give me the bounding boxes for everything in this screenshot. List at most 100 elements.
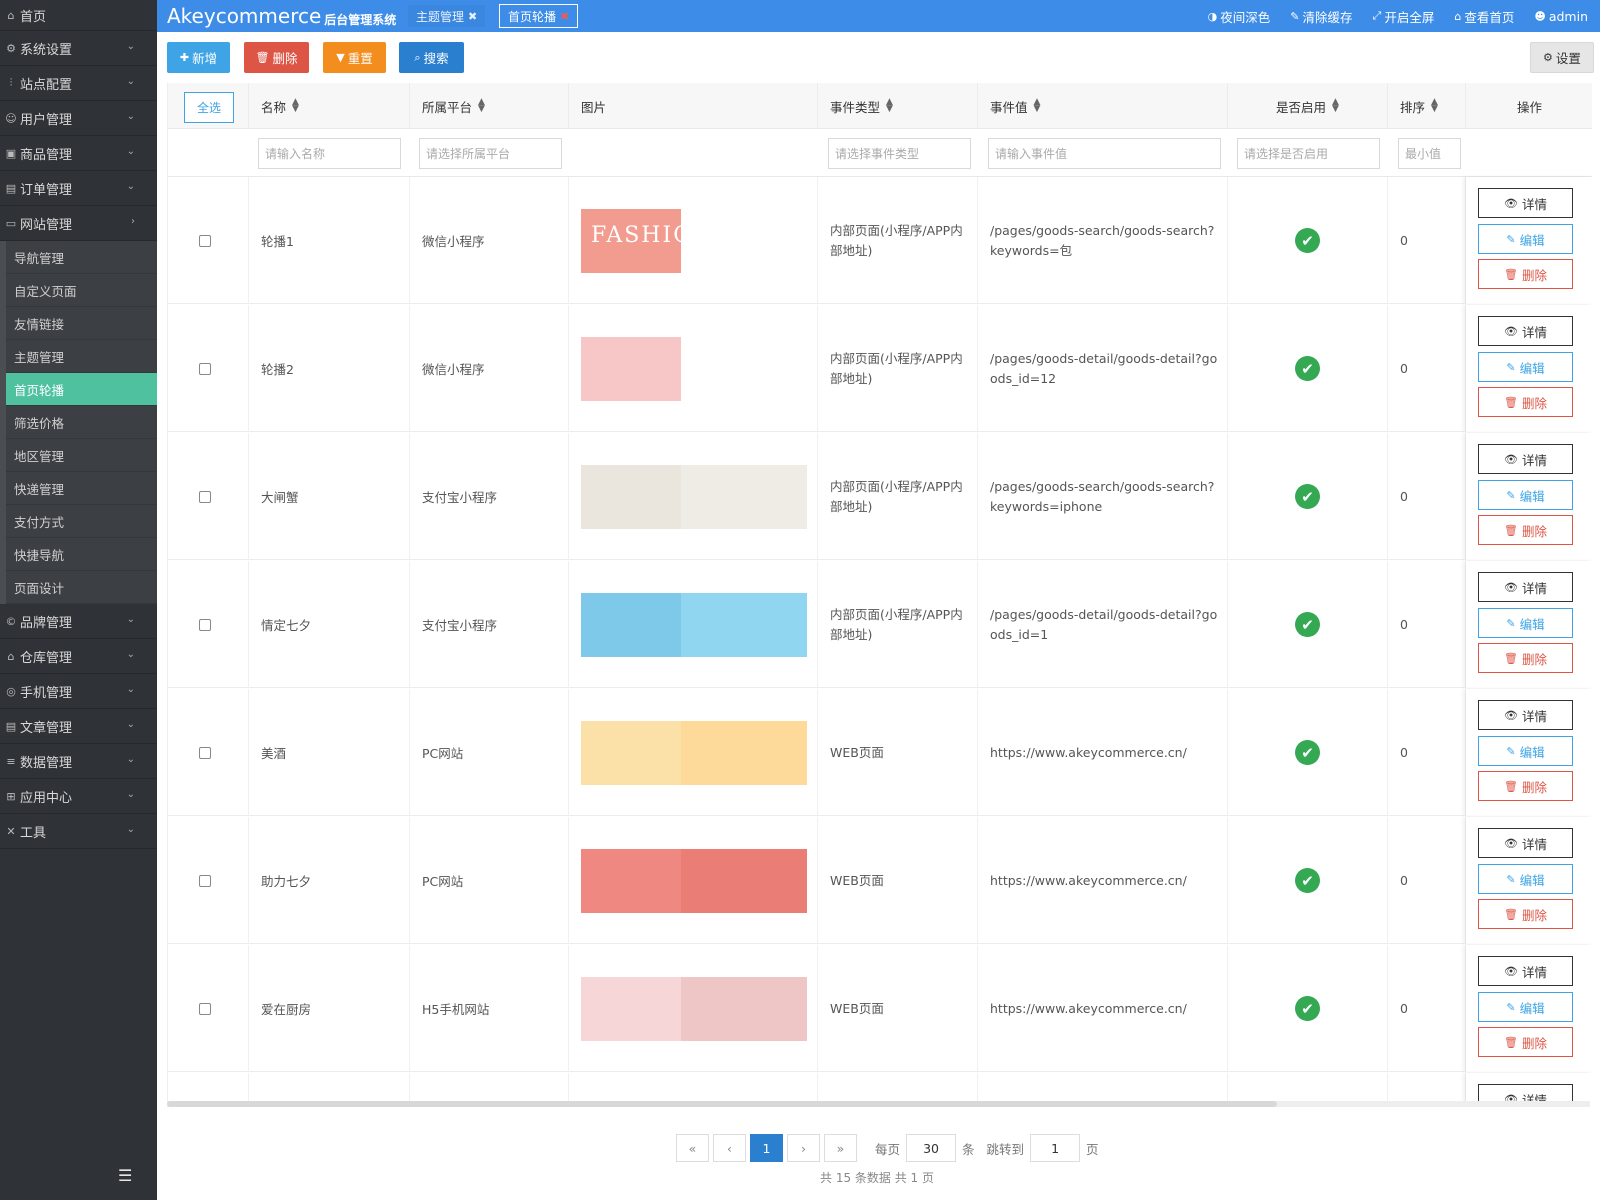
name-filter-input[interactable]	[258, 138, 401, 169]
detail-button[interactable]: 👁 详情	[1478, 828, 1573, 858]
edit-button[interactable]: ✎ 编辑	[1478, 992, 1573, 1022]
platform-filter-select[interactable]	[419, 138, 562, 169]
sidebar-item-items_before-0[interactable]: ⚙ 系统设置 ⌄	[0, 31, 157, 66]
sort-icon[interactable]: ▲ ▼	[1332, 98, 1339, 114]
sidebar-subitem-7[interactable]: 快递管理	[6, 472, 157, 505]
tab-home-carousel[interactable]: 首页轮播 ✖	[499, 4, 579, 28]
first-page-button[interactable]: «	[676, 1134, 709, 1162]
scrollbar-thumb[interactable]	[167, 1101, 1277, 1107]
sidebar-item-items_after-2[interactable]: ◎ 手机管理 ⌄	[0, 674, 157, 709]
banner-thumbnail[interactable]	[581, 336, 681, 401]
header-event-value[interactable]: 事件值 ▲ ▼	[978, 83, 1228, 129]
top-action-brush[interactable]: ✎ 清除缓存	[1290, 7, 1352, 26]
delete-button[interactable]: 🗑 删除	[244, 42, 309, 73]
sidebar-item-items_before-3[interactable]: ▣ 商品管理 ⌄	[0, 136, 157, 171]
sort-icon[interactable]: ▲ ▼	[1034, 98, 1041, 114]
sidebar-subitem-9[interactable]: 快捷导航	[6, 538, 157, 571]
banner-thumbnail[interactable]	[581, 976, 807, 1041]
sidebar-item-items_before-1[interactable]: ⫶ 站点配置 ⌄	[0, 66, 157, 101]
close-icon[interactable]: ✖	[468, 10, 477, 23]
banner-thumbnail[interactable]: FASHION	[581, 208, 681, 273]
row-checkbox[interactable]	[199, 746, 211, 759]
sidebar-subitem-6[interactable]: 地区管理	[6, 439, 157, 472]
page-1-button[interactable]: 1	[750, 1134, 783, 1162]
sidebar-item-items_after-4[interactable]: ≡ 数据管理 ⌄	[0, 744, 157, 779]
sidebar-subitem-10[interactable]: 页面设计	[6, 571, 157, 604]
sidebar-item-items_before-5[interactable]: ▭ 网站管理 ›	[0, 206, 157, 241]
banner-thumbnail[interactable]	[581, 720, 807, 785]
sort-icon[interactable]: ▲ ▼	[1431, 98, 1438, 114]
banner-thumbnail[interactable]	[581, 848, 807, 913]
last-page-button[interactable]: »	[824, 1134, 857, 1162]
header-enabled[interactable]: 是否启用 ▲ ▼	[1228, 83, 1388, 129]
menu-collapse-icon[interactable]: ☰	[118, 1166, 140, 1185]
row-checkbox[interactable]	[199, 874, 211, 887]
sort-icon[interactable]: ▲ ▼	[886, 98, 893, 114]
delete-row-button[interactable]: 🗑 删除	[1478, 515, 1573, 545]
delete-row-button[interactable]: 🗑 删除	[1478, 643, 1573, 673]
top-action-fullscreen[interactable]: ⤢ 开启全屏	[1373, 7, 1435, 26]
delete-row-button[interactable]: 🗑 删除	[1478, 259, 1573, 289]
add-button[interactable]: ✚ 新增	[167, 42, 230, 73]
sidebar-item-home[interactable]: ⌂ 首页	[0, 0, 157, 31]
sidebar-item-items_before-4[interactable]: ▤ 订单管理 ⌄	[0, 171, 157, 206]
header-event-type[interactable]: 事件类型 ▲ ▼	[818, 83, 978, 129]
event-value-filter-input[interactable]	[988, 138, 1221, 169]
row-checkbox[interactable]	[199, 234, 211, 247]
reset-button[interactable]: ▼ 重置	[323, 42, 386, 73]
per-page-input[interactable]	[906, 1134, 957, 1162]
enabled-filter-select[interactable]	[1237, 138, 1380, 169]
delete-row-button[interactable]: 🗑 删除	[1478, 387, 1573, 417]
top-action-user[interactable]: ☻ admin	[1534, 9, 1588, 24]
sidebar-item-items_after-3[interactable]: ▤ 文章管理 ⌄	[0, 709, 157, 744]
delete-row-button[interactable]: 🗑 删除	[1478, 771, 1573, 801]
sidebar-subitem-4[interactable]: 首页轮播	[6, 373, 157, 406]
sidebar-item-items_after-6[interactable]: ✕ 工具 ⌄	[0, 814, 157, 849]
sidebar-subitem-1[interactable]: 自定义页面	[6, 274, 157, 307]
sidebar-subitem-5[interactable]: 筛选价格	[6, 406, 157, 439]
row-checkbox[interactable]	[199, 618, 211, 631]
detail-button[interactable]: 👁 详情	[1478, 956, 1573, 986]
tab-theme-management[interactable]: 主题管理 ✖	[407, 4, 487, 28]
close-icon[interactable]: ✖	[560, 10, 569, 23]
next-page-button[interactable]: ›	[787, 1134, 820, 1162]
settings-button[interactable]: ⚙ 设置	[1530, 42, 1594, 73]
detail-button[interactable]: 👁 详情	[1478, 572, 1573, 602]
detail-button[interactable]: 👁 详情	[1478, 316, 1573, 346]
sidebar-subitem-2[interactable]: 友情链接	[6, 307, 157, 340]
sidebar-item-items_after-5[interactable]: ⊞ 应用中心 ⌄	[0, 779, 157, 814]
prev-page-button[interactable]: ‹	[713, 1134, 746, 1162]
search-button[interactable]: ⌕ 搜索	[399, 42, 464, 73]
sidebar-subitem-3[interactable]: 主题管理	[6, 340, 157, 373]
sidebar-item-items_before-2[interactable]: ☺ 用户管理 ⌄	[0, 101, 157, 136]
sidebar-item-items_after-1[interactable]: ⌂ 仓库管理 ⌄	[0, 639, 157, 674]
header-sort[interactable]: 排序 ▲ ▼	[1388, 83, 1466, 129]
detail-button[interactable]: 👁 详情	[1478, 444, 1573, 474]
edit-button[interactable]: ✎ 编辑	[1478, 864, 1573, 894]
banner-thumbnail[interactable]	[581, 464, 807, 529]
sidebar-item-items_after-0[interactable]: © 品牌管理 ⌄	[0, 604, 157, 639]
row-checkbox[interactable]	[199, 362, 211, 375]
row-checkbox[interactable]	[199, 1002, 211, 1015]
edit-button[interactable]: ✎ 编辑	[1478, 480, 1573, 510]
edit-button[interactable]: ✎ 编辑	[1478, 352, 1573, 382]
select-all-button[interactable]: 全选	[184, 92, 234, 123]
sidebar-subitem-8[interactable]: 支付方式	[6, 505, 157, 538]
sort-icon[interactable]: ▲ ▼	[292, 98, 299, 114]
sort-min-input[interactable]	[1398, 138, 1461, 169]
event-type-filter-select[interactable]	[828, 138, 971, 169]
edit-button[interactable]: ✎ 编辑	[1478, 608, 1573, 638]
header-platform[interactable]: 所属平台 ▲ ▼	[410, 83, 569, 129]
top-action-contrast[interactable]: ◑ 夜间深色	[1208, 7, 1271, 26]
edit-button[interactable]: ✎ 编辑	[1478, 736, 1573, 766]
sort-icon[interactable]: ▲ ▼	[478, 98, 485, 114]
top-action-home[interactable]: ⌂ 查看首页	[1454, 7, 1514, 26]
jump-page-input[interactable]	[1030, 1134, 1081, 1162]
edit-button[interactable]: ✎ 编辑	[1478, 224, 1573, 254]
sidebar-subitem-0[interactable]: 导航管理	[6, 241, 157, 274]
delete-row-button[interactable]: 🗑 删除	[1478, 899, 1573, 929]
header-name[interactable]: 名称 ▲ ▼	[249, 83, 410, 129]
banner-thumbnail[interactable]	[581, 592, 807, 657]
detail-button[interactable]: 👁 详情	[1478, 700, 1573, 730]
row-checkbox[interactable]	[199, 490, 211, 503]
